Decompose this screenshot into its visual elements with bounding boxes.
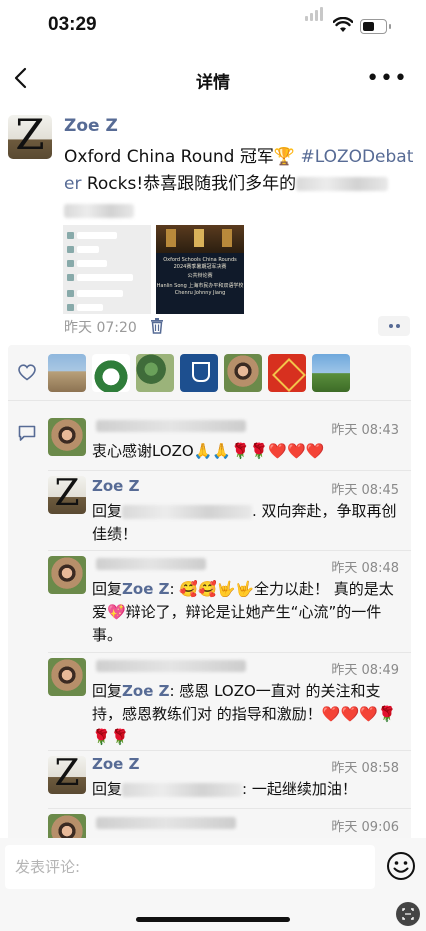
post-image-event-slide[interactable]: Oxford Schools China Rounds 2024赛季暑期冠军决赛…: [156, 225, 244, 314]
author-avatar[interactable]: Z: [8, 115, 52, 159]
blurred-text: [296, 177, 389, 191]
post-text-part: Oxford China Round 冠军🏆: [64, 147, 301, 167]
comment-text: 衷心感谢LOZO🙏🙏🌹🌹❤️❤️❤️: [92, 442, 325, 460]
like-avatar[interactable]: [136, 354, 174, 392]
commenter-avatar[interactable]: Z: [48, 756, 86, 794]
divider: [48, 652, 411, 653]
post-author-name[interactable]: Zoe Z: [64, 116, 118, 136]
blurred-commenter-name: [96, 817, 236, 829]
blurred-commenter-name: [96, 660, 246, 672]
post-text: Oxford China Round 冠军🏆 #LOZODebater Rock…: [64, 144, 418, 225]
slide-line: 公共辩论赛: [187, 273, 213, 279]
comment-text: 回复 : 一起继续加油！: [92, 778, 404, 801]
more-options-button[interactable]: •••: [366, 68, 408, 90]
blurred-text: [122, 782, 243, 797]
comment-time: 昨天 08:45: [331, 483, 399, 498]
reply-to-name[interactable]: Zoe Z: [122, 682, 169, 700]
comment-time: 昨天 08:58: [331, 761, 399, 776]
home-indicator[interactable]: [136, 917, 290, 922]
like-avatar[interactable]: [48, 354, 86, 392]
divider: [48, 550, 411, 551]
post-timestamp: 昨天 07:20: [64, 320, 137, 336]
commenter-avatar[interactable]: Z: [48, 476, 86, 514]
reply-prefix: 回复: [92, 780, 123, 798]
commenter-avatar[interactable]: [48, 556, 86, 594]
comment-time: 昨天 09:06: [331, 820, 399, 835]
trash-icon[interactable]: [150, 318, 164, 334]
reply-prefix: 回复: [92, 682, 123, 700]
comment-time: 昨天 08:48: [331, 561, 399, 576]
reply-to-name[interactable]: Zoe Z: [122, 580, 169, 598]
comment-text: 回复Zoe Z: 感恩 LOZO一直对 的关注和支持，感恩教练们对 的指导和激励…: [92, 680, 404, 749]
heart-icon: [18, 364, 36, 381]
blurred-commenter-name: [96, 420, 246, 432]
comment-icon: [18, 425, 36, 441]
like-avatar[interactable]: [224, 354, 262, 392]
likes-row: [8, 345, 411, 401]
scan-icon[interactable]: [396, 902, 420, 926]
reply-prefix: 回复: [92, 502, 123, 520]
interaction-panel: 昨天 08:43 衷心感谢LOZO🙏🙏🌹🌹❤️❤️❤️ Z Zoe Z 昨天 0…: [8, 345, 411, 845]
comment-author[interactable]: Zoe Z: [92, 755, 139, 773]
slide-line: 2024赛季暑期冠军决赛: [173, 264, 227, 270]
comment-text: 回复. 双向奔赴，争取再创佳绩！: [92, 500, 404, 546]
nav-bar: 详情 •••: [0, 56, 426, 102]
commenter-avatar[interactable]: [48, 658, 86, 696]
comment-author[interactable]: Zoe Z: [92, 477, 139, 495]
blurred-text: [122, 504, 253, 519]
status-time: 03:29: [48, 14, 97, 35]
like-avatar[interactable]: [312, 354, 350, 392]
comment-body: : 一起继续加油！: [242, 780, 357, 798]
blurred-text: [64, 204, 134, 218]
status-bar: 03:29: [0, 0, 426, 56]
wifi-icon: [333, 17, 353, 32]
comment-input-wrapper: [5, 845, 375, 889]
comment-input[interactable]: [5, 845, 375, 889]
slide-line: Chenru Johnny Jiang: [174, 290, 226, 296]
like-comment-menu-button[interactable]: [378, 316, 410, 336]
like-avatar[interactable]: [268, 354, 306, 392]
post-image-chat-screenshot[interactable]: [63, 225, 151, 314]
slide-line: Oxford Schools China Rounds: [163, 257, 237, 263]
divider: [48, 808, 411, 809]
comment-time: 昨天 08:49: [331, 663, 399, 678]
commenter-avatar[interactable]: [48, 418, 86, 456]
like-avatar[interactable]: [180, 354, 218, 392]
slide-line: Hanlin Song 上海市民办平和双语学校: [156, 283, 244, 289]
emoji-icon[interactable]: [386, 851, 416, 881]
blurred-commenter-name: [96, 558, 206, 570]
reply-prefix: 回复: [92, 580, 123, 598]
comment-time: 昨天 08:43: [331, 423, 399, 438]
comment-text: 回复Zoe Z: 🥰🥰🤟🤟全力以赴！ 真的是太爱💖辩论了，辩论是让她产生“心流”…: [92, 578, 404, 647]
like-avatar[interactable]: [92, 354, 130, 392]
page-title: 详情: [196, 73, 230, 93]
divider: [48, 750, 411, 751]
battery-icon: [360, 19, 391, 34]
divider: [48, 470, 411, 471]
post-text-part: Rocks!恭喜跟随我们多年的: [81, 174, 297, 194]
